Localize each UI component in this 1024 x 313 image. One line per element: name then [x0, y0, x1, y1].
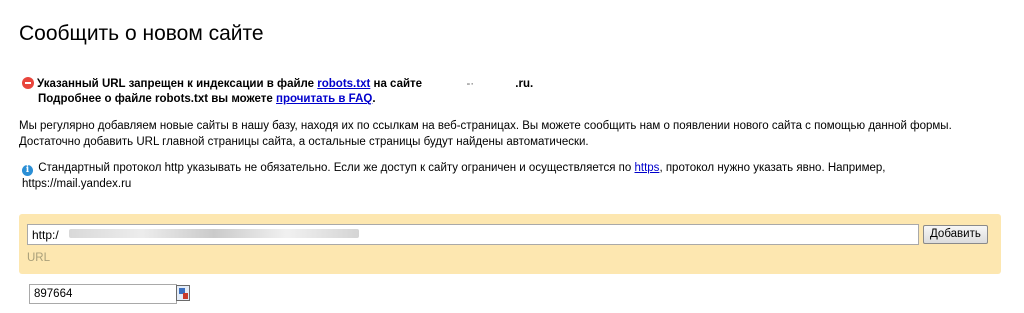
url-field-label: URL	[27, 252, 51, 264]
protocol-note: i Стандартный протокол http указывать не…	[22, 160, 982, 192]
domain-suffix: .ru.	[515, 78, 534, 90]
note-text-before: Стандартный протокол http указывать не о…	[38, 162, 632, 174]
error-text-middle: на сайте	[373, 78, 423, 90]
captcha-input[interactable]	[29, 284, 177, 304]
robots-txt-link[interactable]: robots.txt	[317, 78, 370, 90]
note-example: https://mail.yandex.ru	[22, 178, 132, 190]
error-line-2: Подробнее о файле robots.txt вы можете п…	[22, 92, 533, 107]
add-url-form: http:/ Добавить URL	[19, 214, 1001, 274]
info-icon: i	[22, 165, 33, 176]
https-link[interactable]: https	[635, 162, 660, 174]
error-icon	[22, 77, 34, 89]
captcha-refresh-icon[interactable]	[176, 285, 190, 301]
faq-link[interactable]: прочитать в FAQ	[276, 93, 372, 105]
note-text-after: , протокол нужно указать явно. Например,	[659, 162, 886, 174]
faq-text-prefix: Подробнее о файле robots.txt вы можете	[38, 93, 273, 105]
faq-text-suffix: .	[372, 93, 376, 105]
error-line-1: Указанный URL запрещен к индексации в фа…	[22, 77, 533, 92]
info-paragraph: Мы регулярно добавляем новые сайты в наш…	[19, 120, 952, 148]
masked-domain: -·	[466, 78, 475, 90]
url-input-value: http:/	[32, 228, 59, 242]
robots-error-message: Указанный URL запрещен к индексации в фа…	[22, 77, 533, 107]
page-title: Сообщить о новом сайте	[19, 22, 264, 45]
add-button[interactable]: Добавить	[923, 225, 988, 244]
url-redacted-text	[69, 229, 359, 238]
error-text-prefix: Указанный URL запрещен к индексации в фа…	[37, 78, 315, 90]
